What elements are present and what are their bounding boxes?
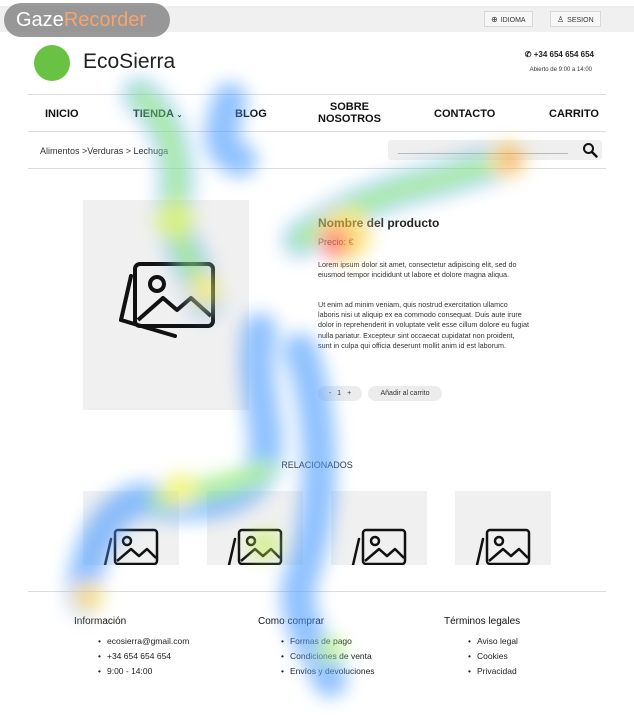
search-icon[interactable] (582, 142, 598, 158)
opening-hours: Abierto de 9:00 a 14:00 (529, 67, 592, 73)
globe-icon: ⊕ (491, 15, 498, 24)
language-label: IDIOMA (500, 17, 526, 24)
product-price: Precio: € (318, 237, 354, 247)
user-icon: ♙ (557, 15, 565, 24)
product-title: Nombre del producto (318, 216, 440, 230)
add-to-cart-button[interactable]: Añadir al carrito (368, 386, 442, 401)
phone-icon: ✆ (524, 50, 532, 59)
image-placeholder-icon (103, 528, 159, 565)
related-product-image[interactable] (83, 491, 179, 565)
image-placeholder-icon (119, 262, 215, 338)
footer-buy-title: Como comprar (258, 616, 325, 627)
footer-divider (28, 591, 606, 592)
footer-legal-item[interactable]: Privacidad (468, 664, 520, 679)
divider (28, 131, 606, 132)
footer-info-item[interactable]: ecosierra@gmail.com (98, 634, 189, 649)
footer-legal-title: Términos legales (444, 616, 521, 627)
nav-carrito[interactable]: CARRITO (549, 108, 599, 120)
logo-circle[interactable] (34, 45, 70, 81)
footer-legal-column: Términos legales Aviso legal Cookies Pri… (444, 616, 520, 679)
breadcrumb[interactable]: Alimentos >Verduras > Lechuga (40, 146, 168, 156)
phone-text: +34 654 654 654 (533, 50, 594, 59)
related-title: RELACIONADOS (281, 460, 353, 470)
chevron-down-icon: ⌄ (176, 112, 183, 119)
language-button[interactable]: ⊕ IDIOMA (484, 11, 533, 27)
nav-sobre-nosotros[interactable]: SOBRE NOSOTROS (318, 101, 381, 125)
gazerecorder-badge: GazeRecorder (4, 3, 170, 37)
brand-name[interactable]: EcoSierra (83, 50, 175, 74)
session-label: SESION (567, 17, 594, 24)
nav-tienda-label: TIENDA (133, 108, 174, 120)
footer-buy-column: Como comprar Formas de pago Condiciones … (258, 616, 375, 679)
footer-buy-item[interactable]: Envíos y devoluciones (281, 664, 375, 679)
related-product-image[interactable] (331, 491, 427, 565)
footer-buy-item[interactable]: Condiciones de venta (281, 649, 375, 664)
nav-blog[interactable]: BLOG (235, 108, 267, 120)
badge-text-gaze: Gaze (16, 9, 64, 31)
nav-inicio[interactable]: INICIO (45, 108, 79, 120)
footer-info-item[interactable]: +34 654 654 654 (98, 649, 189, 664)
footer-legal-item[interactable]: Aviso legal (468, 634, 520, 649)
nav-contacto[interactable]: CONTACTO (434, 108, 495, 120)
phone-number: ✆ +34 654 654 654 (525, 50, 594, 59)
image-placeholder-icon (475, 528, 531, 565)
product-description: Lorem ipsum dolor sit amet, consectetur … (318, 260, 517, 280)
qty-plus-button[interactable]: + (347, 390, 351, 397)
footer-info-column: Información ecosierra@gmail.com +34 654 … (74, 616, 189, 679)
related-product-image[interactable] (207, 491, 303, 565)
footer-info-title: Información (74, 616, 127, 627)
nav-tienda[interactable]: TIENDA ⌄ (133, 108, 182, 120)
nav-sobre-line1: SOBRE (329, 101, 370, 113)
session-button[interactable]: ♙ SESION (550, 11, 601, 27)
search-input[interactable] (388, 140, 602, 160)
related-product-image[interactable] (455, 491, 551, 565)
product-image[interactable] (83, 200, 249, 410)
search-underline (398, 153, 568, 154)
qty-value: 1 (337, 390, 342, 397)
divider (28, 94, 606, 95)
image-placeholder-icon (227, 528, 283, 565)
footer-legal-item[interactable]: Cookies (468, 649, 520, 664)
qty-minus-button[interactable]: - (329, 390, 331, 397)
divider (28, 168, 606, 169)
nav-sobre-line2: NOSOTROS (318, 113, 381, 125)
product-description: Ut enim ad minim veniam, quis nostrud ex… (318, 300, 529, 350)
footer-buy-item[interactable]: Formas de pago (281, 634, 375, 649)
image-placeholder-icon (351, 528, 407, 565)
footer-info-item: 9:00 - 14:00 (98, 664, 189, 679)
quantity-stepper[interactable]: -1 + (318, 386, 362, 401)
badge-text-recorder: Recorder (63, 9, 147, 31)
